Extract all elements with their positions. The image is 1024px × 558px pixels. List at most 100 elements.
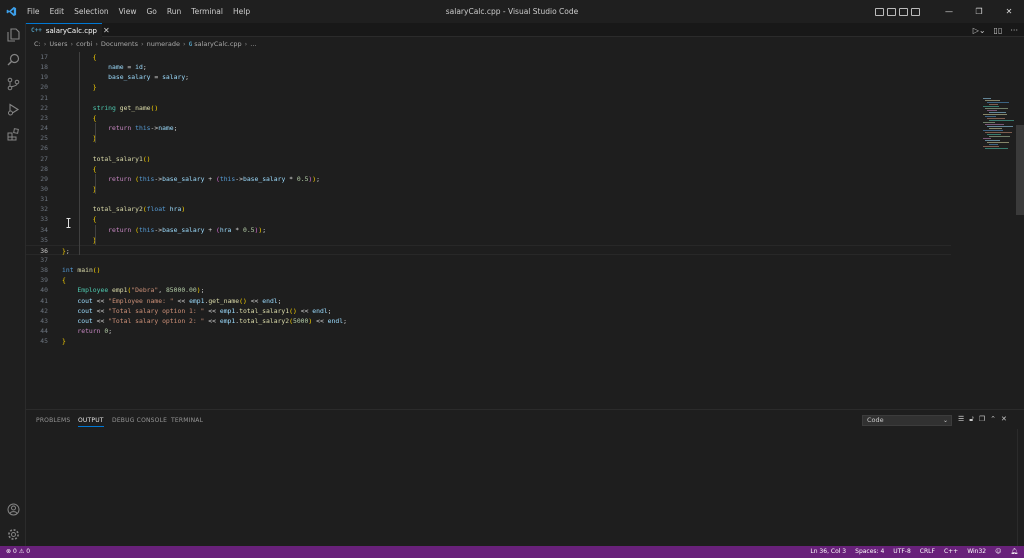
language-mode[interactable]: C++ (944, 546, 958, 558)
minimap-line (989, 120, 1014, 121)
maximize-panel-icon[interactable]: ⌃ (990, 415, 996, 424)
close-panel-icon[interactable]: ✕ (1001, 415, 1007, 424)
menu-edit[interactable]: Edit (45, 0, 70, 23)
toggle-secondary-sidebar-icon[interactable] (899, 7, 908, 16)
code-editor[interactable]: 17 {18 name = id; 19 base_salary = salary… (26, 51, 1024, 409)
code-line[interactable]: 27 total_salary1() (26, 154, 951, 164)
error-icon[interactable]: ⊗ (6, 546, 11, 558)
breadcrumb-documents[interactable]: Documents (101, 40, 138, 48)
breadcrumb-symbol[interactable]: ... (250, 40, 256, 48)
code-line[interactable]: 43 cout << "Total salary option 2: " << … (26, 316, 951, 326)
close-window-button[interactable]: ✕ (994, 0, 1024, 23)
menu-help[interactable]: Help (228, 0, 255, 23)
line-number: 37 (40, 256, 48, 264)
code-line[interactable]: 31 (26, 194, 951, 204)
accounts-icon[interactable] (5, 501, 21, 517)
code-line[interactable]: 18 name = id; (26, 62, 951, 72)
customize-layout-icon[interactable] (911, 7, 920, 16)
menu-view[interactable]: View (114, 0, 142, 23)
explorer-icon[interactable] (5, 27, 21, 43)
line-number: 22 (40, 103, 48, 112)
code-line[interactable]: 28 { (26, 164, 951, 174)
search-icon[interactable] (5, 51, 21, 67)
line-ending[interactable]: CRLF (920, 546, 935, 558)
breadcrumb-folder[interactable]: numerade (147, 40, 180, 48)
line-number: 25 (40, 134, 48, 143)
code-line[interactable]: 32 total_salary2(float hra) (26, 204, 951, 214)
code-line[interactable]: 22 string get_name() (26, 103, 951, 113)
warning-count[interactable]: 0 (26, 546, 30, 558)
breadcrumb-file[interactable]: salaryCalc.cpp (194, 40, 241, 48)
copy-icon[interactable]: ❐ (979, 415, 985, 424)
code-line[interactable]: 26 (26, 143, 951, 153)
indentation[interactable]: Spaces: 4 (855, 546, 884, 558)
code-line[interactable]: 23 { (26, 113, 951, 123)
tab-label: salaryCalc.cpp (45, 26, 97, 35)
code-line[interactable]: 21 (26, 93, 951, 103)
code-text: return (this->base_salary + (this->base_… (108, 174, 320, 183)
code-line[interactable]: 37 (26, 255, 951, 265)
menu-file[interactable]: File (22, 0, 45, 23)
more-actions-icon[interactable]: ··· (1010, 26, 1018, 35)
line-number: 35 (40, 235, 48, 244)
code-line[interactable]: 24 return this->name; (26, 123, 951, 133)
panel-scrollbar[interactable] (1017, 429, 1024, 546)
toggle-panel-icon[interactable] (887, 7, 896, 16)
menu-go[interactable]: Go (141, 0, 161, 23)
menu-terminal[interactable]: Terminal (186, 0, 228, 23)
code-line[interactable]: 45} (26, 336, 951, 346)
minimize-button[interactable]: — (934, 0, 964, 23)
tab-salarycalc-cpp[interactable]: C++ salaryCalc.cpp ✕ (26, 23, 110, 37)
minimap-line (983, 138, 991, 139)
code-line[interactable]: 35 } (26, 235, 951, 245)
tab-debug-console[interactable]: DEBUG CONSOLE (112, 417, 167, 424)
split-editor-icon[interactable]: ▯▯ (994, 26, 1003, 35)
code-text: base_salary = salary; (108, 73, 190, 82)
code-line[interactable]: 44 return 0; (26, 326, 951, 336)
code-line[interactable]: 30 } (26, 184, 951, 194)
warning-icon[interactable]: ⚠︎ (19, 546, 24, 558)
code-line[interactable]: 34 return (this->base_salary + (hra * 0.… (26, 225, 951, 235)
code-line[interactable]: 39 { (26, 275, 951, 285)
run-and-debug-icon[interactable] (5, 101, 21, 117)
lock-scroll-icon[interactable]: 🔓︎ (969, 415, 974, 424)
error-count[interactable]: 0 (13, 546, 17, 558)
code-line[interactable]: 38 int main() (26, 265, 951, 275)
code-line[interactable]: 33 { (26, 214, 951, 224)
code-line[interactable]: 19 base_salary = salary; (26, 72, 951, 82)
code-line[interactable]: 17 { (26, 52, 951, 62)
code-line[interactable]: 25 } (26, 133, 951, 143)
run-code-icon[interactable]: ▷⌄ (973, 26, 986, 35)
clear-output-icon[interactable]: ☰ (958, 415, 964, 424)
tab-close-icon[interactable]: ✕ (103, 26, 110, 35)
notifications-bell-icon[interactable]: 🔔︎ (1010, 546, 1018, 558)
cursor-position[interactable]: Ln 36, Col 3 (810, 546, 846, 558)
encoding[interactable]: UTF-8 (893, 546, 911, 558)
minimap-line (989, 104, 998, 105)
editor-scrollbar[interactable] (1016, 125, 1024, 215)
code-line[interactable]: 20 } (26, 82, 951, 92)
menu-selection[interactable]: Selection (69, 0, 114, 23)
source-control-icon[interactable] (5, 76, 21, 92)
breadcrumb-user[interactable]: corbi (76, 40, 92, 48)
output-channel-select[interactable]: Code ⌄ (862, 415, 952, 426)
toggle-primary-sidebar-icon[interactable] (875, 7, 884, 16)
menu-run[interactable]: Run (162, 0, 186, 23)
breadcrumb-drive[interactable]: C: (34, 40, 41, 48)
code-line[interactable]: 41 cout << "Employee name: " << emp1.get… (26, 296, 951, 306)
line-number: 19 (40, 73, 48, 82)
tab-terminal[interactable]: TERMINAL (171, 417, 203, 424)
code-line[interactable]: 40 Employee emp1("Debra", 85000.00); (26, 285, 951, 295)
line-number: 26 (40, 144, 48, 153)
feedback-icon[interactable]: ☺ (995, 546, 1001, 558)
tab-output[interactable]: OUTPUT (78, 417, 104, 427)
restore-button[interactable]: ❐ (964, 0, 994, 23)
code-line[interactable]: 29 return (this->base_salary + (this->ba… (26, 174, 951, 184)
extensions-icon[interactable] (5, 126, 21, 142)
breadcrumb-users[interactable]: Users (49, 40, 67, 48)
tab-problems[interactable]: PROBLEMS (36, 417, 70, 424)
code-line[interactable]: 36}; (26, 244, 951, 255)
code-line[interactable]: 42 cout << "Total salary option 1: " << … (26, 306, 951, 316)
platform[interactable]: Win32 (967, 546, 986, 558)
manage-gear-icon[interactable] (5, 526, 21, 542)
